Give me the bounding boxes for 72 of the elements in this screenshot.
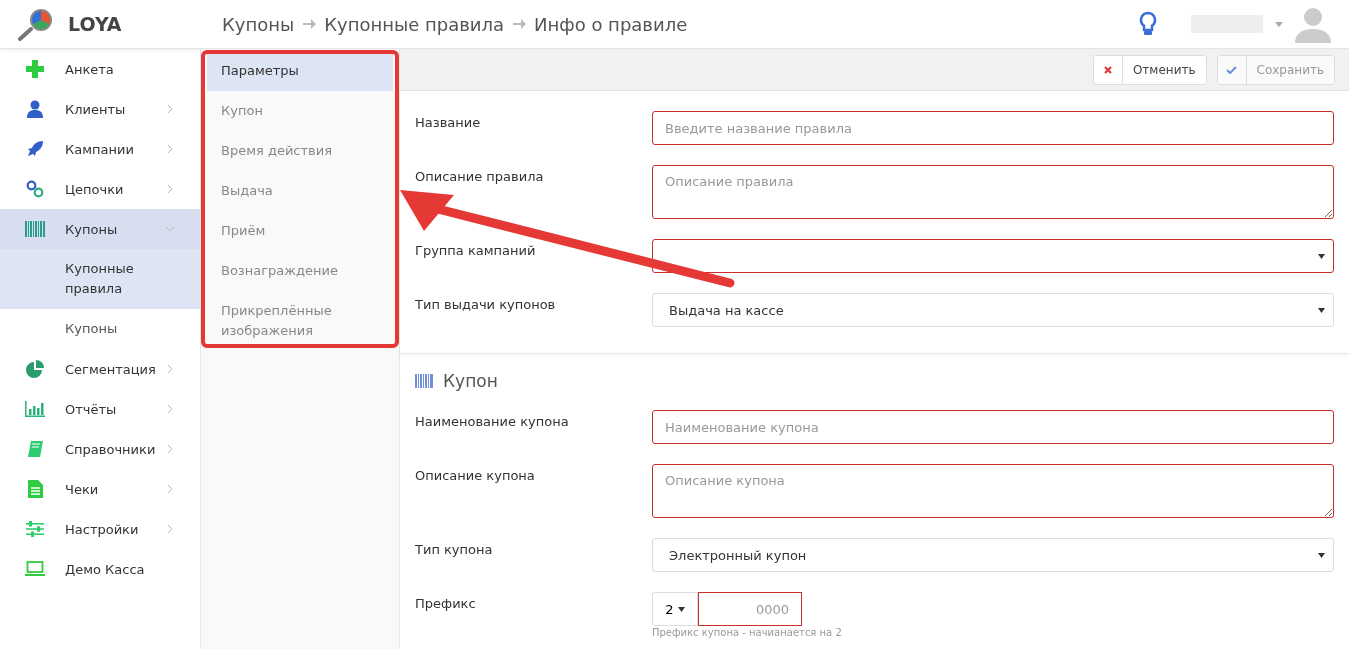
pie-chart-icon <box>26 360 44 378</box>
logo-text: LOYA <box>68 13 122 35</box>
chevron-right-icon <box>166 525 174 533</box>
sidebar-item[interactable]: Клиенты <box>0 89 200 129</box>
sidebar-item[interactable]: Кампании <box>0 129 200 169</box>
chain-link-icon <box>26 180 44 198</box>
barcode-icon <box>415 374 433 388</box>
chevron-right-icon <box>166 185 174 193</box>
dropdown-value: Электронный купон <box>669 547 807 563</box>
caret-down-icon <box>1318 307 1325 313</box>
sidebar-item[interactable]: Справочники <box>0 429 200 469</box>
field-label: Наименование купона <box>415 414 569 429</box>
field-label: Префикс <box>415 596 476 611</box>
section-title: Купон <box>443 371 498 391</box>
help-text: Префикс купона - начианается на 2 <box>652 627 843 638</box>
sidebar-subitem[interactable]: Купонные правила <box>0 249 200 309</box>
text-input-field[interactable]: Введите название правила <box>652 111 1334 145</box>
document-icon <box>27 480 43 498</box>
book-icon <box>26 440 44 458</box>
sidebar-item[interactable]: Анкета <box>0 49 200 89</box>
close-icon <box>1103 65 1112 74</box>
lightbulb-icon[interactable] <box>1139 11 1157 37</box>
section-nav-item[interactable]: Параметры <box>207 51 393 91</box>
laptop-icon <box>25 561 45 577</box>
rocket-icon <box>26 140 44 158</box>
field-label: Группа кампаний <box>415 243 536 258</box>
breadcrumb-item[interactable]: Купонные правила <box>324 13 505 35</box>
textarea-field[interactable]: Описание купона <box>652 464 1334 518</box>
sidebar-item[interactable]: Сегментация <box>0 349 200 389</box>
dropdown-field[interactable]: Электронный купон <box>652 538 1334 572</box>
sidebar-item[interactable]: Купоны <box>0 209 200 249</box>
dropdown-field[interactable] <box>652 239 1334 273</box>
sidebar-item[interactable]: Настройки <box>0 509 200 549</box>
avatar-silhouette-icon[interactable] <box>1295 5 1331 43</box>
user-icon <box>27 100 43 118</box>
caret-down-icon <box>1318 253 1325 259</box>
field-label: Название <box>415 115 481 130</box>
chevron-right-icon <box>166 405 174 413</box>
chevron-right-icon <box>166 145 174 153</box>
plus-icon <box>26 60 44 78</box>
sidebar-item[interactable]: Отчёты <box>0 389 200 429</box>
chevron-right-icon <box>166 365 174 373</box>
breadcrumb-item[interactable]: Купоны <box>222 13 295 35</box>
arrow-right-icon <box>512 17 527 31</box>
field-label: Тип выдачи купонов <box>415 297 556 312</box>
sidebar-item[interactable]: Цепочки <box>0 169 200 209</box>
field-label: Тип купона <box>415 542 493 557</box>
field-label: Описание купона <box>415 468 535 483</box>
sliders-icon <box>26 521 44 537</box>
breadcrumb-item: Инфо о правиле <box>534 13 688 35</box>
prefix-input-field[interactable]: 0000 <box>698 592 802 626</box>
caret-down-icon[interactable] <box>1275 21 1283 27</box>
arrow-right-icon <box>302 17 317 31</box>
sidebar-item[interactable]: Чеки <box>0 469 200 509</box>
chevron-down-icon <box>166 225 174 233</box>
textarea-field[interactable]: Описание правила <box>652 165 1334 219</box>
cancel-button[interactable]: Отменить <box>1092 54 1207 85</box>
caret-down-icon <box>1318 552 1325 558</box>
chevron-right-icon <box>166 445 174 453</box>
field-label: Описание правила <box>415 169 544 184</box>
text-input-field[interactable]: Наименование купона <box>652 410 1334 444</box>
sidebar-subitem[interactable]: Купоны <box>0 309 200 349</box>
prefix-digit-dropdown[interactable]: 2 <box>652 592 698 626</box>
dropdown-value: Выдача на кассе <box>669 302 784 318</box>
bar-chart-icon <box>25 401 45 417</box>
sidebar-item[interactable]: Демо Касса <box>0 549 200 589</box>
caret-down-icon <box>677 606 685 612</box>
barcode-icon <box>25 221 45 237</box>
chevron-right-icon <box>166 485 174 493</box>
checkmark-icon <box>1226 65 1237 74</box>
dropdown-field[interactable]: Выдача на кассе <box>652 293 1334 327</box>
chevron-right-icon <box>166 105 174 113</box>
